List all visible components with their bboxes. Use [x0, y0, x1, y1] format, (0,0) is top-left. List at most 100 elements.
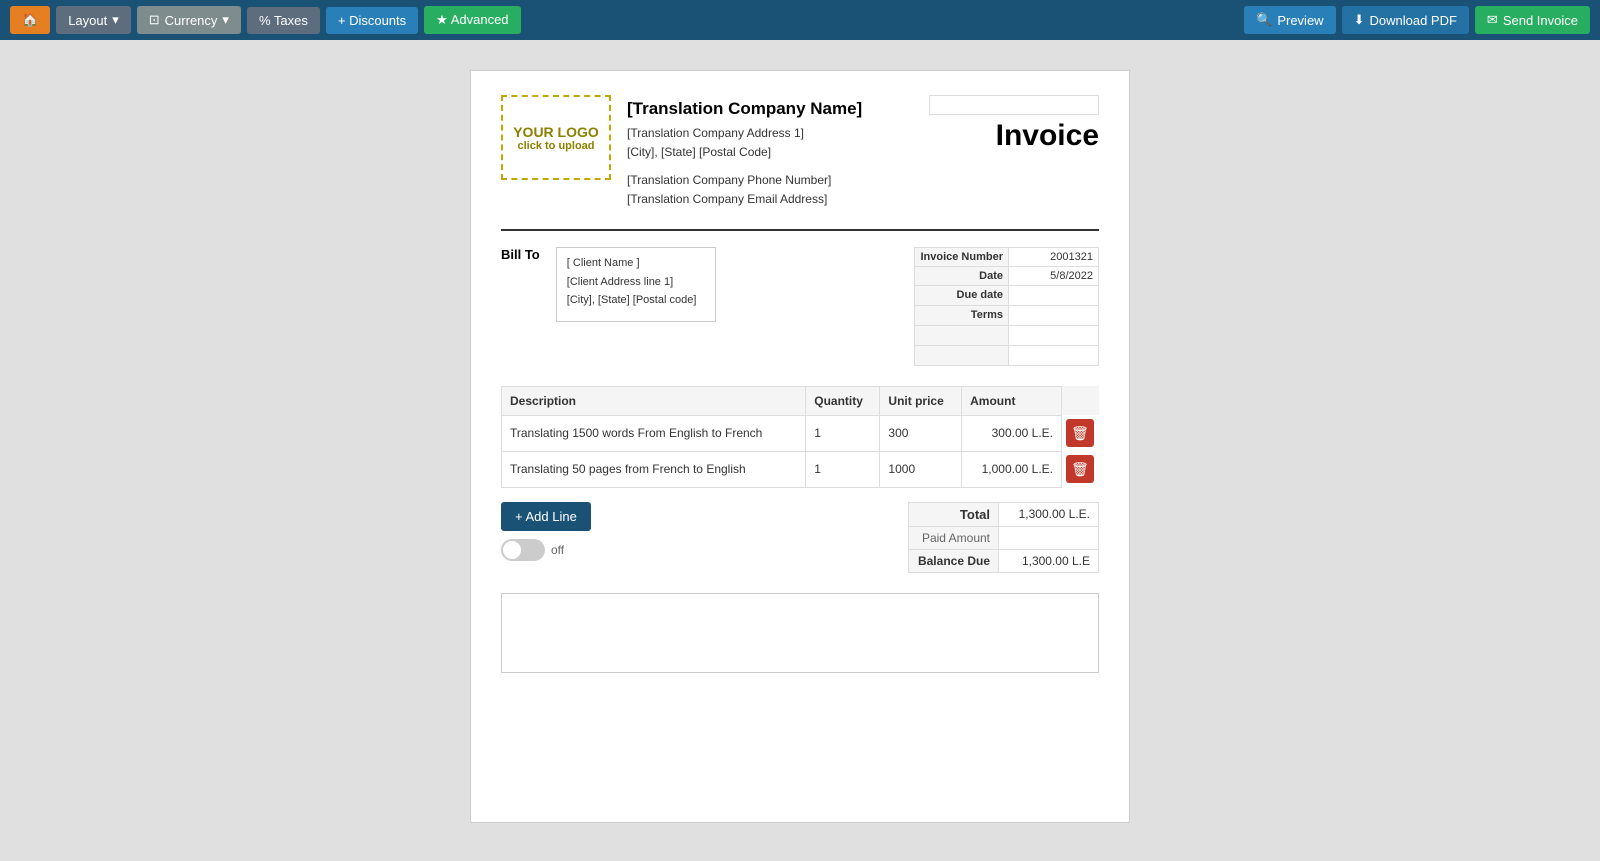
total-label: Total [909, 502, 999, 526]
terms-label: Terms [915, 305, 1009, 325]
item-description[interactable]: Translating 50 pages from French to Engl… [502, 451, 806, 487]
item-unit-price[interactable]: 1000 [880, 451, 962, 487]
company-address1[interactable]: [Translation Company Address 1] [627, 124, 862, 143]
download-button[interactable]: ⬇ Download PDF [1342, 6, 1469, 34]
date-value[interactable]: 5/8/2022 [1009, 266, 1099, 285]
item-description[interactable]: Translating 1500 words From English to F… [502, 415, 806, 451]
logo-text: YOUR LOGO [513, 124, 599, 140]
logo-subtext: click to upload [517, 140, 594, 152]
quantity-header: Quantity [806, 386, 880, 415]
download-label: Download PDF [1369, 13, 1456, 28]
notes-box[interactable] [501, 593, 1099, 673]
table-row: Translating 1500 words From English to F… [502, 415, 1099, 451]
layout-label: Layout [68, 13, 107, 28]
company-name[interactable]: [Translation Company Name] [627, 95, 862, 122]
description-header: Description [502, 386, 806, 415]
extra-label-1[interactable] [915, 325, 1009, 345]
preview-label: Preview [1277, 13, 1323, 28]
company-phone[interactable]: [Translation Company Phone Number] [627, 171, 862, 190]
table-header-row: Description Quantity Unit price Amount [502, 386, 1099, 415]
items-table: Description Quantity Unit price Amount T… [501, 386, 1099, 488]
invoice-title-section: Invoice [929, 95, 1099, 153]
preview-button[interactable]: 🔍 Preview [1244, 6, 1335, 34]
paid-amount-label: Paid Amount [909, 526, 999, 549]
page-background: YOUR LOGO click to upload [Translation C… [0, 40, 1600, 853]
meta-row-date: Date 5/8/2022 [915, 266, 1099, 285]
item-quantity[interactable]: 1 [806, 415, 880, 451]
invoice-number-value[interactable]: 2001321 [1009, 247, 1099, 266]
currency-button[interactable]: ⊡ Currency ▾ [137, 6, 241, 34]
bill-to-box[interactable]: [ Client Name ] [Client Address line 1] … [556, 247, 716, 322]
total-row: Total 1,300.00 L.E. [909, 502, 1099, 526]
date-label: Date [915, 266, 1009, 285]
trash-icon: 🗑 [1071, 461, 1089, 478]
home-button[interactable]: 🏠 [10, 6, 50, 34]
chevron-down-icon2: ▾ [222, 12, 229, 28]
extra-label-2[interactable] [915, 345, 1009, 365]
toggle-area: off [501, 539, 591, 561]
discounts-button[interactable]: + Discounts [326, 7, 418, 34]
download-icon: ⬇ [1354, 12, 1365, 28]
invoice-card: YOUR LOGO click to upload [Translation C… [470, 70, 1130, 823]
toggle-switch[interactable] [501, 539, 545, 561]
item-delete-cell: 🗑 [1062, 415, 1099, 451]
send-invoice-button[interactable]: ✉ Send Invoice [1475, 6, 1590, 34]
item-quantity[interactable]: 1 [806, 451, 880, 487]
balance-due-row: Balance Due 1,300.00 L.E [909, 549, 1099, 572]
bill-to-left: Bill To [ Client Name ] [Client Address … [501, 247, 716, 366]
preview-icon: 🔍 [1256, 12, 1272, 28]
bill-section: Bill To [ Client Name ] [Client Address … [501, 247, 1099, 366]
add-line-button[interactable]: + Add Line [501, 502, 591, 531]
meta-row-extra1 [915, 325, 1099, 345]
bill-to-label: Bill To [501, 247, 540, 262]
currency-label: Currency [165, 13, 218, 28]
unit-price-header: Unit price [880, 386, 962, 415]
advanced-label: ★ Advanced [436, 12, 508, 28]
invoice-meta: Invoice Number 2001321 Date 5/8/2022 Due… [914, 247, 1099, 366]
invoice-title: Invoice [929, 119, 1099, 153]
chevron-down-icon: ▾ [112, 12, 119, 28]
due-date-value[interactable] [1009, 285, 1099, 305]
terms-value[interactable] [1009, 305, 1099, 325]
currency-icon: ⊡ [149, 12, 160, 28]
add-line-area: + Add Line off [501, 502, 591, 561]
meta-row-terms: Terms [915, 305, 1099, 325]
total-value: 1,300.00 L.E. [999, 502, 1099, 526]
item-unit-price[interactable]: 300 [880, 415, 962, 451]
paid-amount-value[interactable] [999, 526, 1099, 549]
meta-row-extra2 [915, 345, 1099, 365]
extra-value-2[interactable] [1009, 345, 1099, 365]
due-date-label: Due date [915, 285, 1009, 305]
advanced-button[interactable]: ★ Advanced [424, 6, 520, 34]
table-row: Translating 50 pages from French to Engl… [502, 451, 1099, 487]
taxes-button[interactable]: % Taxes [247, 7, 320, 34]
amount-header: Amount [962, 386, 1062, 415]
invoice-meta-table: Invoice Number 2001321 Date 5/8/2022 Due… [914, 247, 1099, 366]
client-name: [ Client Name ] [567, 254, 705, 273]
layout-button[interactable]: Layout ▾ [56, 6, 131, 34]
extra-value-1[interactable] [1009, 325, 1099, 345]
company-email[interactable]: [Translation Company Email Address] [627, 190, 862, 209]
toolbar: 🏠 Layout ▾ ⊡ Currency ▾ % Taxes + Discou… [0, 0, 1600, 40]
paid-amount-row: Paid Amount [909, 526, 1099, 549]
delete-line-button[interactable]: 🗑 [1066, 455, 1094, 483]
trash-icon: 🗑 [1071, 425, 1089, 442]
header-divider [501, 229, 1099, 231]
invoice-title-input[interactable] [929, 95, 1099, 115]
client-address: [Client Address line 1] [567, 273, 705, 292]
toggle-label: off [551, 543, 564, 557]
delete-line-button[interactable]: 🗑 [1066, 419, 1094, 447]
send-icon: ✉ [1487, 12, 1498, 28]
invoice-header: YOUR LOGO click to upload [Translation C… [501, 95, 1099, 209]
item-amount: 300.00 L.E. [962, 415, 1062, 451]
meta-row-due-date: Due date [915, 285, 1099, 305]
add-line-label: + Add Line [515, 509, 577, 524]
meta-row-number: Invoice Number 2001321 [915, 247, 1099, 266]
logo-upload-box[interactable]: YOUR LOGO click to upload [501, 95, 611, 180]
discounts-label: + Discounts [338, 13, 406, 28]
item-delete-cell: 🗑 [1062, 451, 1099, 487]
client-city: [City], [State] [Postal code] [567, 291, 705, 310]
company-city[interactable]: [City], [State] [Postal Code] [627, 143, 862, 162]
taxes-label: % Taxes [259, 13, 308, 28]
totals-table: Total 1,300.00 L.E. Paid Amount Balance … [908, 502, 1099, 573]
